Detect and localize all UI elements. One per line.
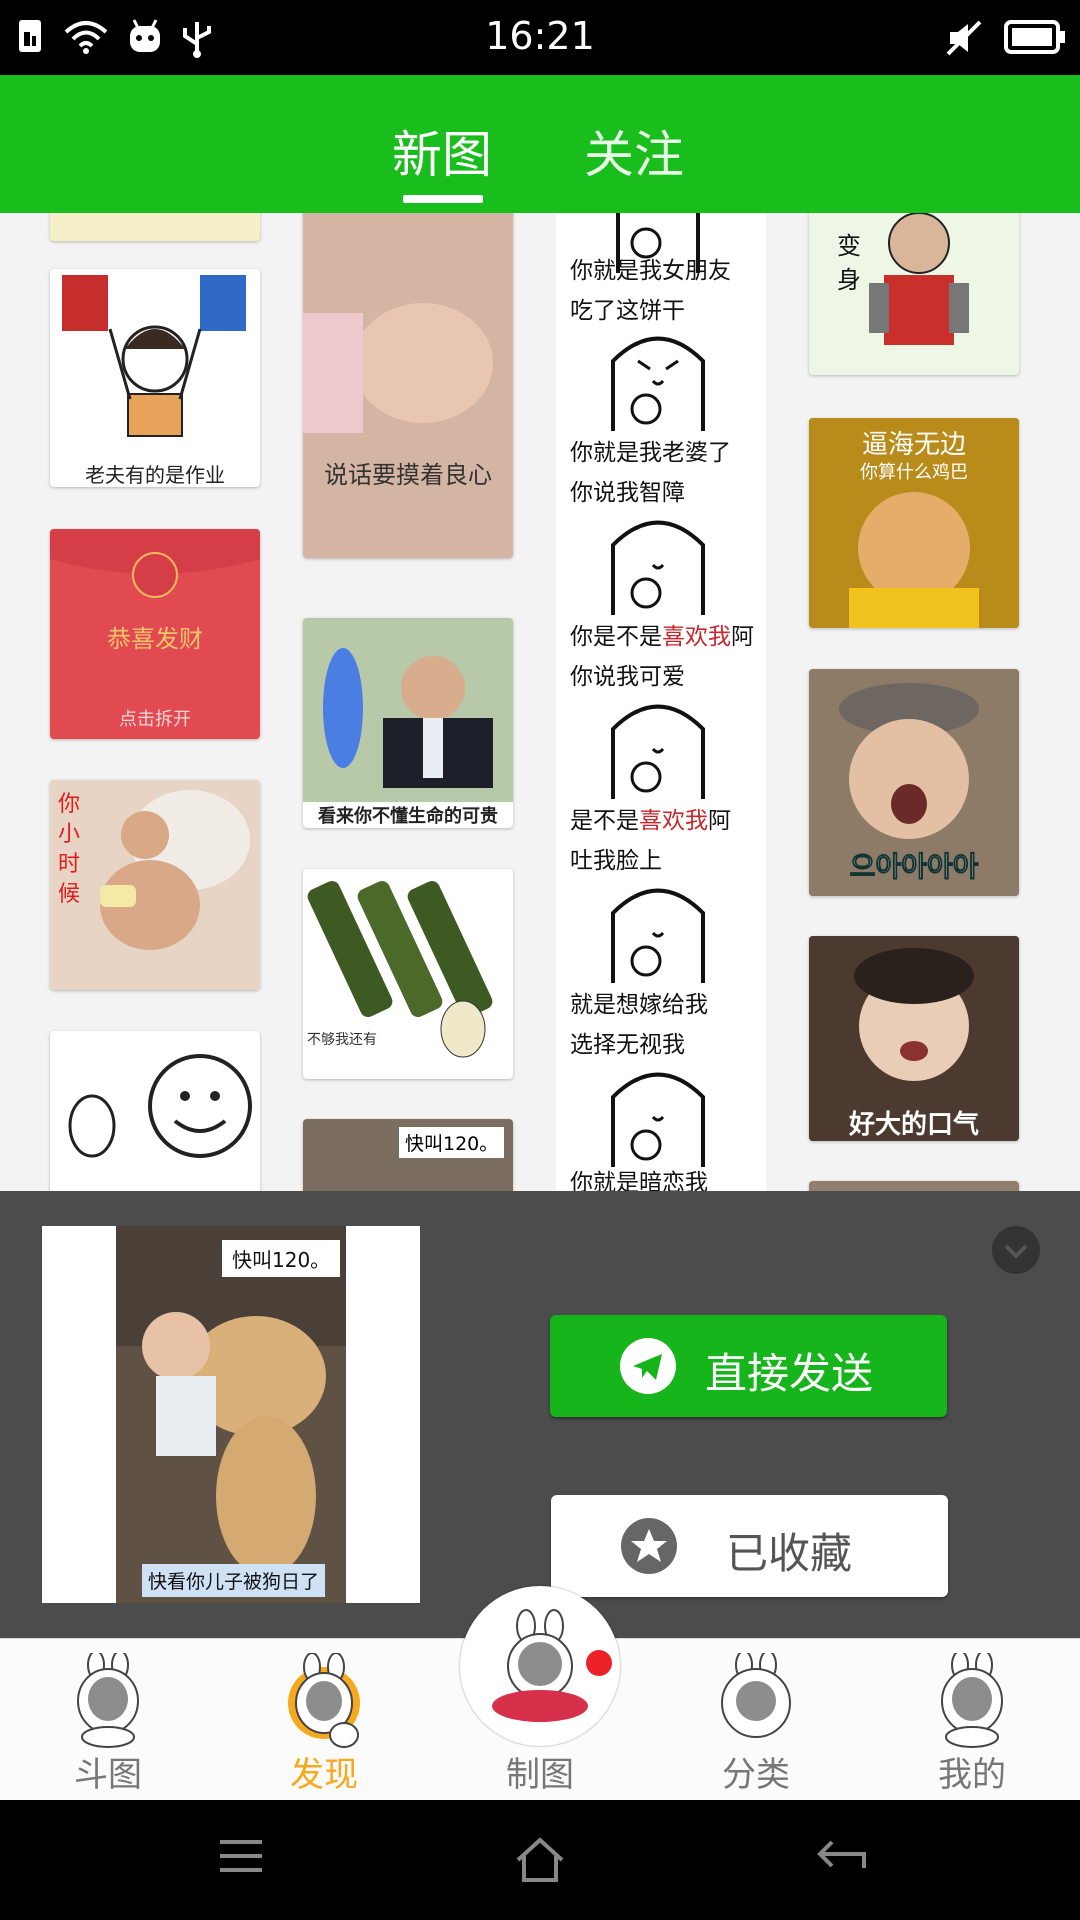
notification-dot (586, 1650, 612, 1676)
star-icon (621, 1518, 677, 1584)
comic-text: 你说我智障 (570, 480, 685, 506)
meme-caption: 看来你不懂生命的可贵 (303, 802, 513, 828)
collapse-button[interactable] (992, 1226, 1040, 1274)
comic-text: 选择无视我 (570, 1032, 685, 1058)
rage-face-icon (611, 520, 705, 615)
tab-new[interactable]: 新图 (392, 115, 492, 187)
meme-card[interactable]: 逼海无边 你算什么鸡巴 (809, 418, 1019, 628)
rage-face-icon (611, 1072, 705, 1167)
nav-label: 发现 (290, 1755, 358, 1795)
envelope-title: 恭喜发财 (107, 625, 203, 653)
meme-card[interactable]: 看来你不懂生命的可贵 (303, 618, 513, 828)
status-bar: 16:21 (0, 0, 1080, 75)
nav-item-mine[interactable]: 我的 (864, 1639, 1080, 1801)
home-icon[interactable] (514, 1836, 566, 1888)
meme-caption: 好大的口气 (848, 1110, 979, 1140)
comic-text: 你就是我女朋友 (570, 258, 731, 284)
meme-caption: 说话要摸着良心 (324, 461, 492, 489)
meme-caption: 老夫有的是作业 (85, 463, 225, 487)
tab-follow[interactable]: 关注 (584, 115, 684, 187)
meme-card[interactable] (50, 1031, 260, 1191)
favorited-button[interactable]: 已收藏 (551, 1495, 948, 1597)
meme-card[interactable] (809, 1181, 1019, 1191)
paper-plane-icon (620, 1338, 676, 1404)
meme-card[interactable] (50, 213, 260, 241)
nav-label: 斗图 (74, 1755, 142, 1795)
meme-card[interactable]: 你小时候 (50, 780, 260, 990)
envelope-subtitle: 点击拆开 (119, 709, 191, 730)
nav-item-discover[interactable]: 发现 (216, 1639, 432, 1801)
meme-caption: 变身 (837, 232, 861, 294)
preview-caption-bottom: 快看你儿子被狗日了 (142, 1564, 326, 1597)
rage-face-icon (611, 888, 705, 983)
menu-icon[interactable] (216, 1836, 266, 1880)
send-directly-button[interactable]: 直接发送 (550, 1315, 947, 1417)
preview-caption-top: 快叫120。 (222, 1240, 341, 1277)
rage-face-icon (611, 336, 705, 431)
nav-label: 分类 (722, 1755, 790, 1795)
mute-icon (944, 18, 984, 58)
meme-card[interactable]: 不够我还有 (303, 869, 513, 1079)
system-navigation-bar (0, 1800, 1080, 1920)
meme-title: 逼海无边 (861, 430, 966, 460)
comic-text: 是不是喜欢我阿 (570, 808, 731, 834)
meme-card[interactable]: 好大的口气 (809, 936, 1019, 1141)
image-feed[interactable]: 老夫有的是作业 恭喜发财 点击拆开 你小时候 说话要摸着良心 看来你不懂生命的可… (0, 213, 1080, 1191)
clock: 16:21 (485, 14, 595, 58)
comic-text: 你说我可爱 (570, 664, 685, 690)
meme-caption: 으아아아아 (849, 850, 979, 884)
nav-label: 制图 (506, 1755, 574, 1795)
comic-text: 吐我脸上 (570, 848, 662, 874)
battery-icon (1004, 18, 1066, 56)
nav-item-battle[interactable]: 斗图 (0, 1639, 216, 1801)
back-icon[interactable] (816, 1836, 868, 1880)
rage-face-icon (611, 704, 705, 799)
nav-label: 我的 (938, 1755, 1006, 1795)
rabbit-mascot-icon (941, 1653, 1003, 1748)
comic-text: 你是不是喜欢我阿 (570, 624, 754, 650)
meme-card[interactable]: 快叫120。 (303, 1119, 513, 1191)
rabbit-mascot-icon (721, 1653, 791, 1738)
nav-item-category[interactable]: 分类 (648, 1639, 864, 1801)
red-envelope-card[interactable]: 恭喜发财 点击拆开 (50, 529, 260, 739)
meme-card[interactable]: 老夫有的是作业 (50, 269, 260, 487)
meme-image (62, 275, 246, 437)
rabbit-mascot-icon (77, 1653, 139, 1748)
comic-text: 吃了这饼干 (570, 298, 685, 324)
meme-caption: 快叫120。 (399, 1127, 505, 1158)
favorited-label: 已收藏 (726, 1529, 853, 1578)
chevron-down-icon (1004, 1244, 1028, 1259)
send-directly-label: 直接发送 (705, 1349, 874, 1398)
comic-text: 你就是暗恋我 (570, 1170, 708, 1191)
meme-caption: 你小时候 (58, 792, 81, 907)
active-tab-indicator (403, 195, 483, 203)
comic-text: 就是想嫁给我 (570, 992, 708, 1018)
comic-strip-card[interactable]: 你就是我女朋友 吃了这饼干 你就是我老婆了 你说我智障 你是不是喜欢我阿 你说我… (556, 213, 766, 1191)
send-sheet: 快叫120。 快看你儿子被狗日了 直接发送 已收藏 (0, 1191, 1080, 1638)
meme-card[interactable]: 으아아아아 (809, 669, 1019, 896)
selected-meme-preview: 快叫120。 快看你儿子被狗日了 (42, 1226, 420, 1603)
meme-caption: 不够我还有 (307, 1032, 377, 1048)
rabbit-mascot-icon (288, 1653, 360, 1748)
meme-subtitle: 你算什么鸡巴 (860, 462, 968, 483)
meme-card[interactable]: 变身 (809, 213, 1019, 375)
comic-text: 你就是我老婆了 (570, 440, 731, 466)
meme-card[interactable]: 说话要摸着良心 (303, 213, 513, 558)
top-header: 新图 关注 (0, 75, 1080, 213)
preview-image (116, 1226, 346, 1603)
